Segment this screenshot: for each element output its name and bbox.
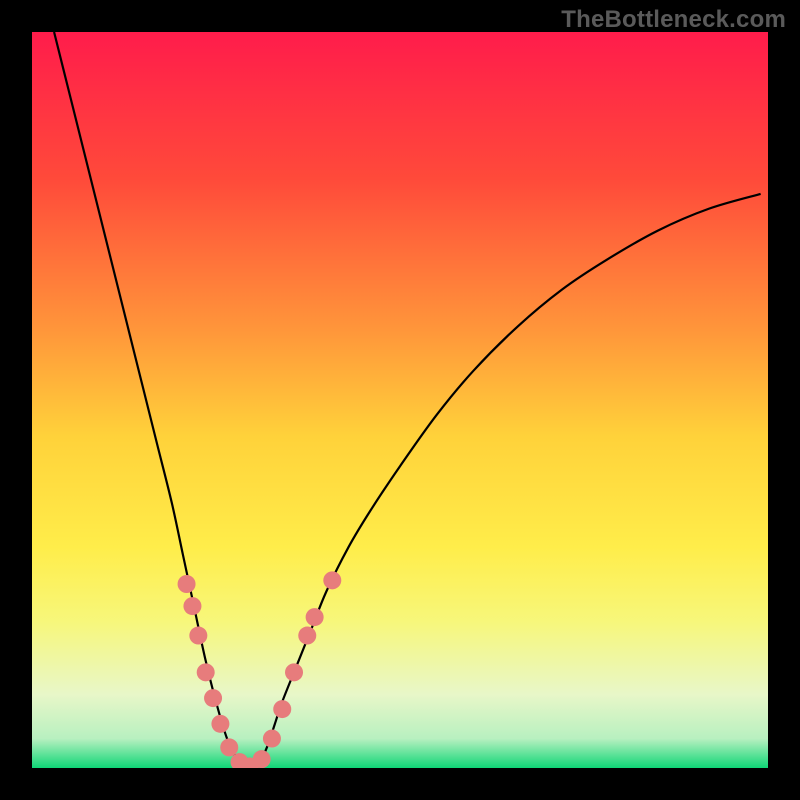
highlight-dot xyxy=(323,571,341,589)
highlight-dot xyxy=(306,608,324,626)
highlight-dot xyxy=(220,738,238,756)
highlight-dot xyxy=(197,663,215,681)
highlight-dot xyxy=(178,575,196,593)
chart-frame: TheBottleneck.com xyxy=(0,0,800,800)
chart-svg xyxy=(32,32,768,768)
highlight-dot xyxy=(285,663,303,681)
highlight-dot xyxy=(273,700,291,718)
highlight-dot xyxy=(204,689,222,707)
gradient-background xyxy=(32,32,768,768)
highlight-dot xyxy=(183,597,201,615)
plot-area xyxy=(32,32,768,768)
watermark-text: TheBottleneck.com xyxy=(561,6,786,34)
highlight-dot xyxy=(211,715,229,733)
highlight-dot xyxy=(263,730,281,748)
highlight-dot xyxy=(253,750,271,768)
highlight-dot xyxy=(189,627,207,645)
highlight-dot xyxy=(298,627,316,645)
